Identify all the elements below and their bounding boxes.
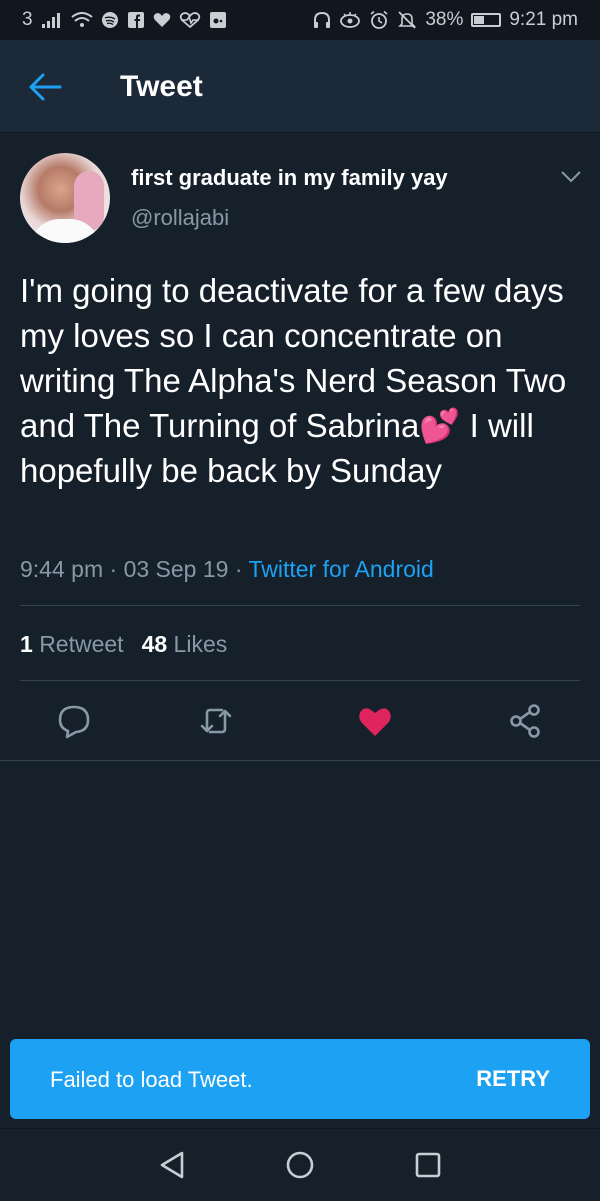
avatar[interactable] [20, 153, 110, 243]
status-bar-left: 3 [22, 9, 227, 31]
heart-rate-icon [179, 12, 200, 28]
tweet-source-link[interactable]: Twitter for Android [248, 556, 433, 582]
heart-icon [153, 13, 170, 27]
retweet-label[interactable]: Retweet [39, 631, 123, 657]
retry-button[interactable]: RETRY [476, 1066, 550, 1092]
headphones-icon [314, 11, 331, 28]
divider [0, 760, 600, 761]
signal-bars-icon [41, 13, 60, 28]
divider [20, 605, 580, 606]
facebook-icon [127, 12, 144, 28]
status-bar: 3 38% 9:21 pm [0, 0, 600, 40]
error-snackbar: Failed to load Tweet. RETRY [10, 1039, 590, 1119]
tweet-stats: 1 Retweet 48 Likes [20, 631, 227, 658]
tweet-meta: 9:44 pm · 03 Sep 19 · Twitter for Androi… [20, 556, 434, 583]
like-icon[interactable] [357, 703, 393, 739]
meta-separator: · [103, 556, 124, 582]
alarm-icon [370, 10, 388, 29]
tweet-date: 03 Sep 19 [123, 556, 229, 582]
display-name[interactable]: first graduate in my family yay [131, 165, 448, 191]
battery-percent: 38% [425, 9, 464, 30]
retweet-count[interactable]: 1 [20, 631, 33, 657]
carrier-label: 3 [22, 9, 33, 30]
app-bar: Tweet [0, 40, 600, 133]
meta-separator-2: · [228, 556, 249, 582]
status-bar-right: 38% 9:21 pm [313, 9, 578, 31]
like-count[interactable]: 48 [142, 631, 168, 657]
tweet-time: 9:44 pm [20, 556, 104, 582]
arrow-left-icon[interactable] [28, 72, 62, 102]
spotify-icon [101, 12, 118, 28]
clock: 9:21 pm [509, 9, 578, 30]
wifi-icon [70, 12, 93, 27]
page-title: Tweet [120, 70, 203, 103]
media-icon [209, 12, 226, 28]
chevron-down-icon[interactable] [560, 170, 582, 184]
tweet-text: I'm going to deactivate for a few days m… [20, 268, 585, 493]
back-triangle-icon[interactable] [156, 1149, 188, 1181]
eye-icon [340, 12, 361, 28]
battery-icon [471, 13, 502, 27]
mute-icon [398, 11, 417, 29]
two-hearts-emoji: 💕 [419, 407, 461, 444]
snackbar-message: Failed to load Tweet. [50, 1067, 253, 1092]
retweet-icon[interactable] [198, 703, 234, 739]
share-icon[interactable] [507, 703, 543, 739]
reply-icon[interactable] [56, 703, 92, 739]
home-circle-icon[interactable] [284, 1149, 316, 1181]
user-handle[interactable]: @rollajabi [131, 205, 229, 231]
like-label[interactable]: Likes [174, 631, 228, 657]
system-nav-bar [0, 1128, 600, 1201]
recents-square-icon[interactable] [412, 1149, 444, 1181]
divider [20, 680, 580, 681]
